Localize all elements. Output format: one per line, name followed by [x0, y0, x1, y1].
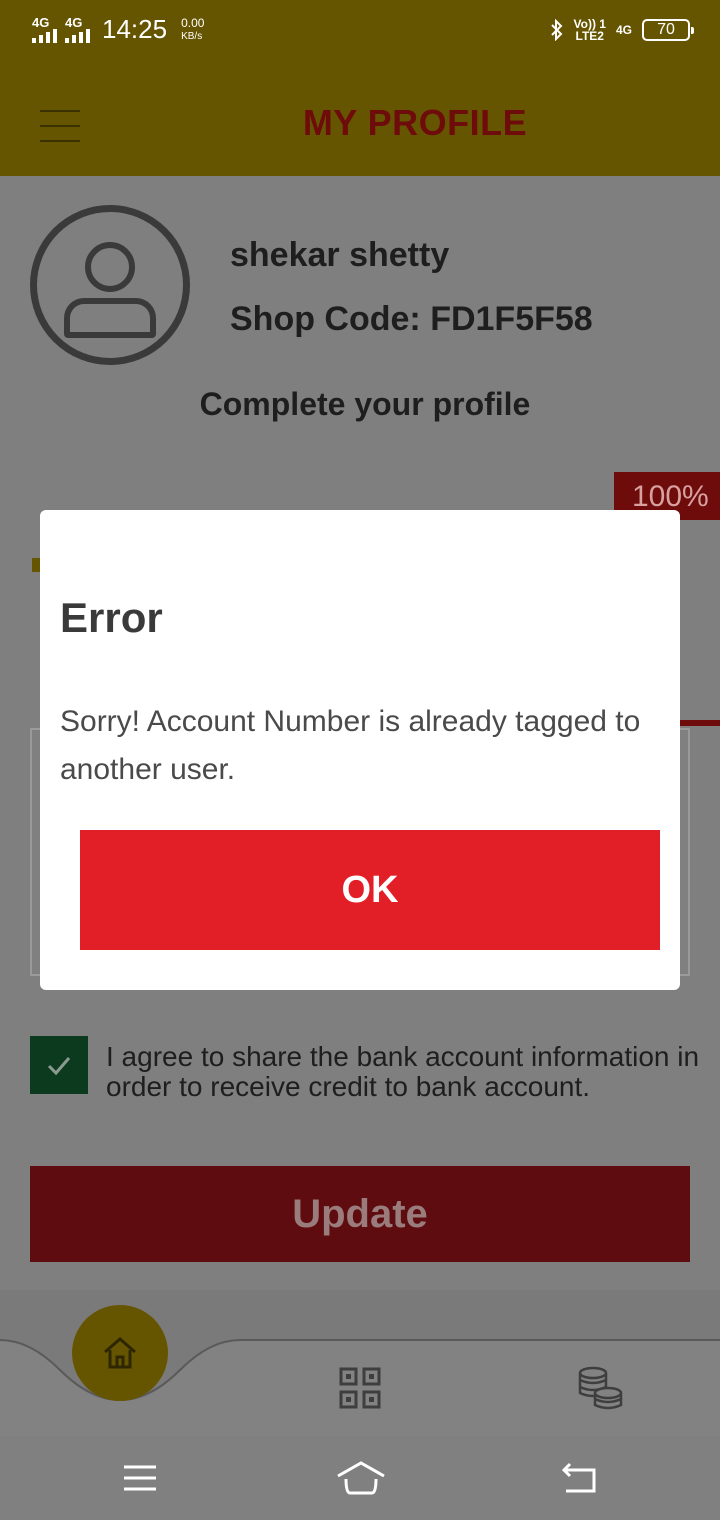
back-button[interactable]: [560, 1458, 598, 1498]
dialog-message: Sorry! Account Number is already tagged …: [60, 705, 641, 786]
ok-button[interactable]: OK: [80, 830, 660, 950]
rewards-button[interactable]: [574, 1362, 626, 1414]
status-left: 4G 4G 14:25 0.00 KB/s: [32, 14, 204, 45]
agree-checkbox[interactable]: [30, 1036, 88, 1094]
check-icon: [47, 1057, 71, 1076]
signal-2: 4G: [65, 16, 90, 43]
user-body-icon: [64, 298, 156, 338]
menu-lines-icon: [124, 1465, 156, 1491]
progress-bar-end: [678, 720, 720, 726]
coins-icon: [578, 1366, 623, 1410]
error-dialog: Error Sorry! Account Number is already t…: [40, 510, 680, 990]
qr-code-icon: [339, 1367, 381, 1409]
signal-2-label: 4G: [65, 15, 83, 30]
clock: 14:25: [102, 14, 168, 44]
battery-level: 70: [657, 21, 675, 38]
net-speed-value: 0.00: [181, 15, 205, 30]
user-head-icon: [85, 242, 135, 292]
bluetooth-icon: [550, 19, 562, 41]
dialog-title: Error: [60, 594, 163, 641]
system-home-button[interactable]: [336, 1458, 386, 1498]
home-button[interactable]: [72, 1305, 168, 1401]
agree-label: I agree to share the bank account inform…: [106, 1041, 700, 1102]
status-bar: 4G 4G 14:25 0.00 KB/s Vo)) 1 LTE2 4G 70: [0, 0, 720, 72]
net-speed-unit: KB/s: [181, 30, 203, 42]
signal-1-bars-icon: [32, 29, 57, 43]
app-header: MY PROFILE: [0, 72, 720, 176]
status-right: Vo)) 1 LTE2 4G 70: [550, 18, 694, 42]
house-outline-icon: [337, 1461, 385, 1495]
volte-line-2: LTE2: [575, 29, 604, 43]
recents-button[interactable]: [122, 1458, 158, 1498]
network-type: 4G: [615, 23, 632, 37]
back-arrow-icon: [561, 1462, 596, 1493]
avatar: [30, 205, 190, 365]
qr-scan-button[interactable]: [336, 1364, 384, 1412]
user-name: shekar shetty: [230, 236, 450, 274]
complete-profile-heading: Complete your profile: [199, 386, 531, 422]
home-icon: [104, 1337, 136, 1369]
system-nav-bar: [0, 1436, 720, 1520]
battery-icon: 70: [642, 19, 694, 41]
volte-indicator: Vo)) 1 LTE2: [574, 18, 606, 42]
net-speed: 0.00 KB/s: [181, 15, 205, 43]
shop-code: Shop Code: FD1F5F58: [230, 300, 593, 338]
signal-1-label: 4G: [32, 15, 50, 30]
signal-2-bars-icon: [65, 29, 90, 43]
page-title: MY PROFILE: [302, 102, 528, 143]
signal-1: 4G: [32, 16, 57, 43]
update-button[interactable]: Update: [30, 1166, 690, 1262]
